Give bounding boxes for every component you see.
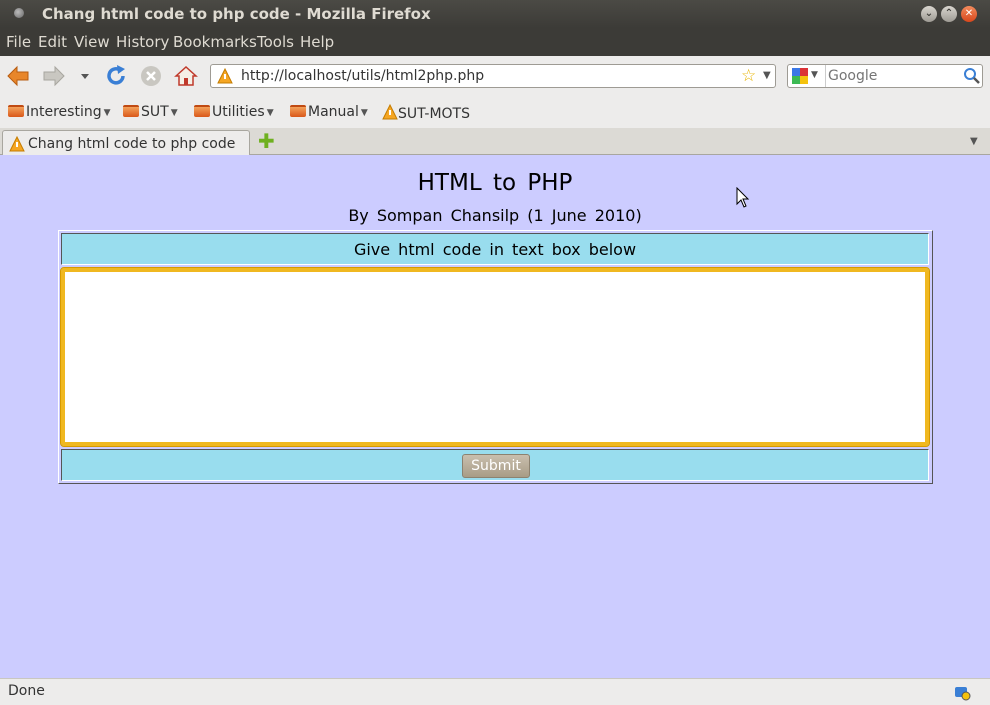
instruction-row: Give html code in text box below <box>61 233 929 265</box>
chevron-down-icon: ▼ <box>266 108 274 118</box>
folder-icon <box>123 105 139 117</box>
tab-active[interactable]: Chang html code to php code <box>2 130 250 156</box>
mouse-cursor-icon <box>736 187 750 208</box>
page-content: HTML to PHP By Sompan Chansilp (1 June 2… <box>0 155 990 678</box>
menu-tools[interactable]: Tools <box>257 33 294 51</box>
tab-strip: Chang html code to php code ✚ ▼ <box>0 128 990 156</box>
status-text: Done <box>8 683 45 699</box>
bookmark-label: Manual <box>308 104 359 120</box>
bookmark-folder-utilities[interactable]: Utilities ▼ <box>194 104 274 120</box>
addon-status-icon[interactable] <box>953 683 971 701</box>
search-engine-icon[interactable] <box>792 68 808 84</box>
bookmark-folder-sut[interactable]: SUT ▼ <box>123 104 178 120</box>
html-code-textarea[interactable] <box>60 267 930 447</box>
bookmark-label: SUT <box>141 104 169 120</box>
form-table: Give html code in text box below Submit <box>58 230 933 484</box>
search-bar[interactable]: ▼ <box>787 64 983 88</box>
menu-bar: File Edit View History Bookmarks Tools H… <box>0 28 990 56</box>
menu-help[interactable]: Help <box>300 33 334 51</box>
bookmark-label: Utilities <box>212 104 265 120</box>
bookmark-star-icon[interactable]: ☆ <box>741 66 756 86</box>
instruction-text: Give html code in text box below <box>353 240 637 259</box>
magnifier-icon[interactable] <box>963 67 981 85</box>
chevron-down-icon: ▼ <box>360 108 368 118</box>
folder-icon <box>290 105 306 117</box>
forward-arrow-icon[interactable] <box>42 64 66 88</box>
url-text[interactable]: http://localhost/utils/html2php.php <box>241 68 484 84</box>
home-icon[interactable] <box>174 64 198 88</box>
site-identity-icon <box>9 136 25 152</box>
menu-bookmarks[interactable]: Bookmarks <box>173 33 257 51</box>
search-input[interactable] <box>828 66 958 86</box>
window-menu-icon[interactable] <box>14 8 24 18</box>
submit-button[interactable]: Submit <box>462 454 530 478</box>
menu-edit[interactable]: Edit <box>38 33 67 51</box>
status-bar: Done <box>0 678 990 705</box>
bookmarks-toolbar: Interesting ▼ SUT ▼ Utilities ▼ Manual ▼ SUT… <box>0 96 990 128</box>
chevron-down-icon: ▼ <box>170 108 178 118</box>
search-separator <box>825 65 826 87</box>
url-dropdown-icon[interactable]: ▼ <box>763 70 771 81</box>
bookmark-label: SUT-MOTS <box>398 106 470 122</box>
address-bar[interactable]: http://localhost/utils/html2php.php ☆ ▼ <box>210 64 776 88</box>
site-identity-icon[interactable] <box>217 68 233 84</box>
bookmark-sut-mots[interactable]: SUT-MOTS <box>382 103 470 122</box>
reload-icon[interactable] <box>104 64 128 88</box>
folder-icon <box>194 105 210 117</box>
chevron-down-icon: ▼ <box>103 108 111 118</box>
new-tab-plus-icon[interactable]: ✚ <box>258 131 275 151</box>
menu-file[interactable]: File <box>6 33 31 51</box>
window-title: Chang html code to php code - Mozilla Fi… <box>42 5 431 23</box>
submit-row: Submit <box>61 449 929 481</box>
folder-icon <box>8 105 24 117</box>
maximize-icon[interactable]: ⌃ <box>941 6 957 22</box>
search-engine-dropdown-icon[interactable]: ▼ <box>811 70 818 80</box>
tab-label: Chang html code to php code <box>28 136 236 152</box>
close-icon[interactable]: ✕ <box>961 6 977 22</box>
bookmark-label: Interesting <box>26 104 102 120</box>
textarea-row <box>60 267 930 447</box>
page-byline: By Sompan Chansilp (1 June 2010) <box>348 206 642 225</box>
bookmark-folder-interesting[interactable]: Interesting ▼ <box>8 104 111 120</box>
menu-history[interactable]: History <box>116 33 169 51</box>
minimize-icon[interactable]: ⌄ <box>921 6 937 22</box>
menu-view[interactable]: View <box>74 33 110 51</box>
back-arrow-icon[interactable] <box>6 64 30 88</box>
tab-list-dropdown-icon[interactable]: ▼ <box>970 136 978 147</box>
site-identity-icon <box>382 103 398 120</box>
window-titlebar: Chang html code to php code - Mozilla Fi… <box>0 0 990 28</box>
stop-icon[interactable] <box>139 64 163 88</box>
page-title: HTML to PHP <box>417 170 573 196</box>
history-dropdown-icon[interactable] <box>78 64 92 88</box>
bookmark-folder-manual[interactable]: Manual ▼ <box>290 104 368 120</box>
